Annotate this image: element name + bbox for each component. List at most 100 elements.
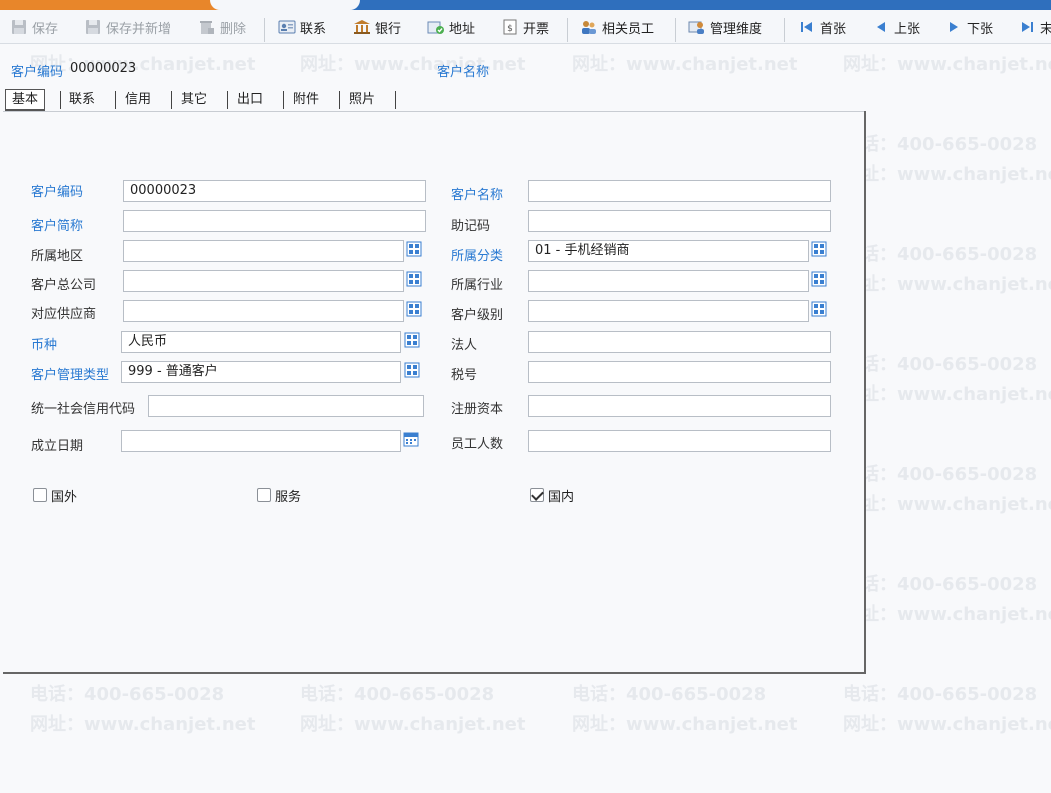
delete-icon	[198, 18, 216, 36]
legal-person-label: 法人	[451, 338, 478, 353]
invoice-button[interactable]: $ 开票	[501, 16, 549, 38]
first-arrow-icon	[798, 18, 816, 36]
watermark-phone: 电话：400-665-0028	[843, 354, 1038, 375]
address-label: 地址	[449, 21, 476, 37]
tab-basic[interactable]: 基本	[5, 89, 46, 111]
first-record-label: 首张	[820, 21, 847, 37]
save-new-button[interactable]: 保存并新增	[84, 16, 171, 38]
last-record-button[interactable]: 末	[1018, 16, 1051, 38]
save-new-label: 保存并新增	[106, 21, 172, 37]
service-checkbox[interactable]	[257, 488, 271, 502]
toolbar-separator	[567, 18, 568, 42]
first-record-button[interactable]: 首张	[798, 16, 846, 38]
tab-attachment[interactable]: 附件	[293, 89, 319, 111]
reg-capital-input[interactable]	[528, 395, 831, 417]
panel-top-border	[3, 111, 864, 112]
mnemonic-label: 助记码	[451, 219, 491, 234]
last-record-label: 末	[1040, 21, 1051, 37]
watermark-phone: 电话：400-665-0028	[300, 684, 495, 705]
currency-input[interactable]: 人民币	[121, 331, 401, 353]
industry-lookup-icon[interactable]	[811, 271, 827, 287]
legal-person-input[interactable]	[528, 331, 831, 353]
employees-input[interactable]	[528, 430, 831, 452]
cust-name-input[interactable]	[528, 180, 831, 202]
mnemonic-input[interactable]	[528, 210, 831, 232]
domestic-checkbox-label: 国内	[548, 490, 575, 505]
region-label: 所属地区	[31, 249, 84, 264]
currency-lookup-icon[interactable]	[404, 332, 420, 348]
head-office-input[interactable]	[123, 270, 404, 292]
toolbar-separator	[675, 18, 676, 42]
prev-arrow-icon	[872, 18, 890, 36]
bank-icon	[353, 18, 371, 36]
dimension-icon	[688, 18, 706, 36]
watermark-web: 网址：www.chanjet.net	[572, 54, 798, 75]
prev-record-label: 上张	[894, 21, 921, 37]
delete-button[interactable]: 删除	[198, 16, 246, 38]
watermark-web: 网址：www.chanjet.net	[300, 54, 526, 75]
supplier-input[interactable]	[123, 300, 404, 322]
calendar-icon[interactable]	[403, 431, 419, 447]
next-record-button[interactable]: 下张	[945, 16, 993, 38]
header-name-label: 客户名称	[437, 65, 490, 80]
accent-orange	[0, 0, 222, 10]
watermark-web: 网址：www.chanjet.net	[843, 274, 1051, 295]
est-date-input[interactable]	[121, 430, 401, 452]
contact-button[interactable]: 联系	[278, 16, 326, 38]
address-button[interactable]: 地址	[427, 16, 475, 38]
tab-separator	[60, 91, 61, 109]
foreign-checkbox[interactable]	[33, 488, 47, 502]
supplier-label: 对应供应商	[31, 307, 97, 322]
toolbar-separator	[264, 18, 265, 42]
tab-credit[interactable]: 信用	[125, 89, 151, 111]
head-office-lookup-icon[interactable]	[406, 271, 422, 287]
tab-other[interactable]: 其它	[181, 89, 207, 111]
category-lookup-icon[interactable]	[811, 241, 827, 257]
region-input[interactable]	[123, 240, 404, 262]
tab-separator	[395, 91, 396, 109]
domestic-checkbox[interactable]	[530, 488, 544, 502]
mgmt-type-lookup-icon[interactable]	[404, 362, 420, 378]
mgmt-dimension-label: 管理维度	[710, 21, 763, 37]
contact-label: 联系	[300, 21, 327, 37]
mgmt-dimension-button[interactable]: 管理维度	[688, 16, 762, 38]
next-arrow-icon	[945, 18, 963, 36]
cust-code-label: 客户编码	[31, 185, 84, 200]
industry-input[interactable]	[528, 270, 809, 292]
level-input[interactable]	[528, 300, 809, 322]
watermark-web: 网址：www.chanjet.net	[30, 714, 256, 735]
watermark-phone: 电话：400-665-0028	[843, 574, 1038, 595]
address-icon	[427, 18, 445, 36]
mgmt-type-label: 客户管理类型	[31, 368, 110, 383]
supplier-lookup-icon[interactable]	[406, 301, 422, 317]
prev-record-button[interactable]: 上张	[872, 16, 920, 38]
bank-button[interactable]: 银行	[353, 16, 401, 38]
tax-no-label: 税号	[451, 368, 478, 383]
level-label: 客户级别	[451, 308, 504, 323]
credit-code-input[interactable]	[148, 395, 424, 417]
tab-contact[interactable]: 联系	[69, 89, 95, 111]
watermark-web: 网址：www.chanjet.net	[572, 714, 798, 735]
tab-export[interactable]: 出口	[237, 89, 263, 111]
cust-code-input[interactable]: 00000023	[123, 180, 426, 202]
header-code-value: 00000023	[70, 61, 137, 76]
watermark-phone: 电话：400-665-0028	[843, 684, 1038, 705]
mgmt-type-input[interactable]: 999 - 普通客户	[121, 361, 401, 383]
foreign-checkbox-label: 国外	[51, 490, 78, 505]
category-input[interactable]: 01 - 手机经销商	[528, 240, 809, 262]
header-code-label: 客户编码	[11, 65, 64, 80]
watermark-web: 网址：www.chanjet.net	[843, 494, 1051, 515]
short-name-input[interactable]	[123, 210, 426, 232]
tax-no-input[interactable]	[528, 361, 831, 383]
category-label: 所属分类	[451, 249, 504, 264]
region-lookup-icon[interactable]	[406, 241, 422, 257]
employees-label: 员工人数	[451, 437, 504, 452]
related-staff-button[interactable]: 相关员工	[580, 16, 654, 38]
level-lookup-icon[interactable]	[811, 301, 827, 317]
save-button[interactable]: 保存	[10, 16, 58, 38]
watermark-web: 网址：www.chanjet.net	[843, 164, 1051, 185]
floppy-disk-icon	[10, 18, 28, 36]
tab-photo[interactable]: 照片	[349, 89, 375, 111]
reg-capital-label: 注册资本	[451, 402, 504, 417]
service-checkbox-label: 服务	[275, 490, 302, 505]
